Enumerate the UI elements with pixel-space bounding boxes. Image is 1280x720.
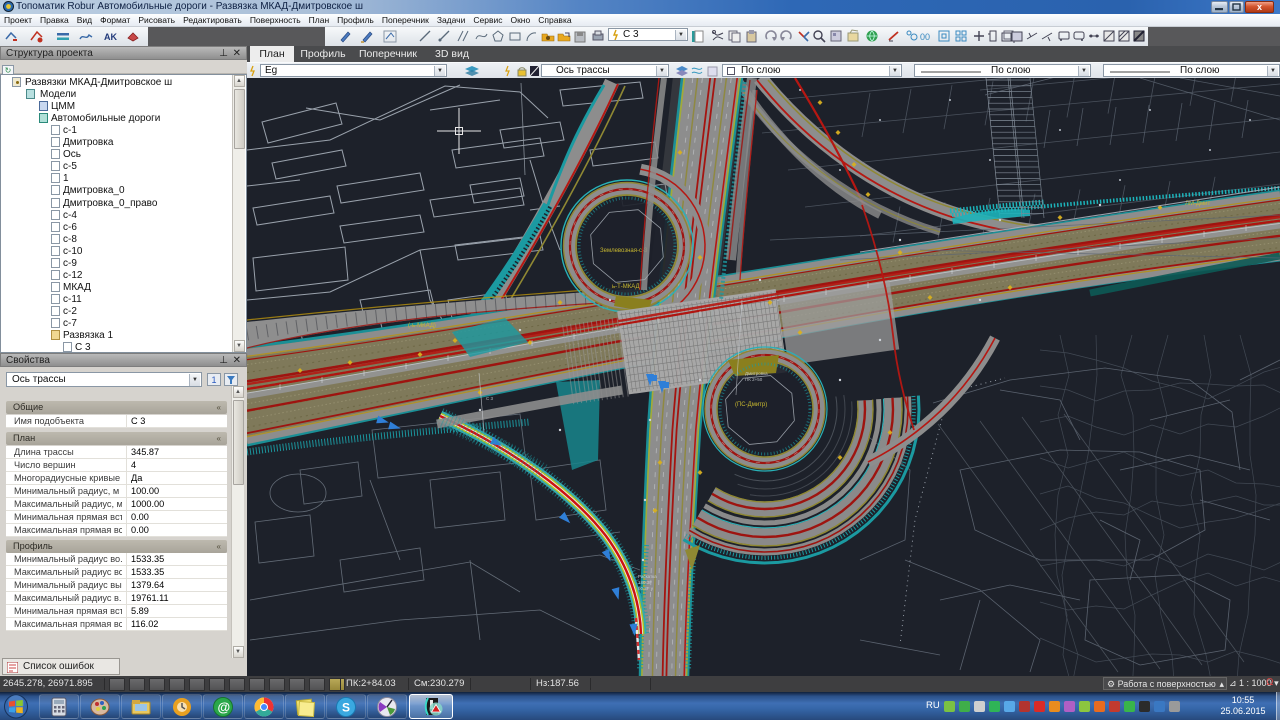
svg-text:ь-Т-МКАД: ь-Т-МКАД bbox=[612, 284, 640, 290]
svg-text:(-ь-МКАД): (-ь-МКАД) bbox=[408, 323, 436, 329]
svg-text:90.3F у: 90.3F у bbox=[638, 586, 654, 591]
svg-text:ЛМ-Дмит: ЛМ-Дмит bbox=[1185, 201, 1210, 207]
svg-text:(ПС-Дмитр): (ПС-Дмитр) bbox=[735, 402, 767, 408]
svg-text:С 3: С 3 bbox=[486, 396, 494, 401]
svg-text:Дмитровка: Дмитровка bbox=[745, 371, 768, 376]
svg-text:Землевозная-с-3: Землевозная-с-3 bbox=[600, 248, 648, 254]
svg-text:ПК 2+50: ПК 2+50 bbox=[745, 377, 763, 382]
svg-text:Раскатка: Раскатка bbox=[638, 574, 657, 579]
svg-text:00: 00 bbox=[920, 32, 930, 42]
svg-text:S: S bbox=[342, 701, 350, 715]
svg-text:180.3F: 180.3F bbox=[638, 580, 652, 585]
svg-text:@: @ bbox=[218, 700, 231, 715]
svg-text:AK: AK bbox=[104, 32, 117, 42]
